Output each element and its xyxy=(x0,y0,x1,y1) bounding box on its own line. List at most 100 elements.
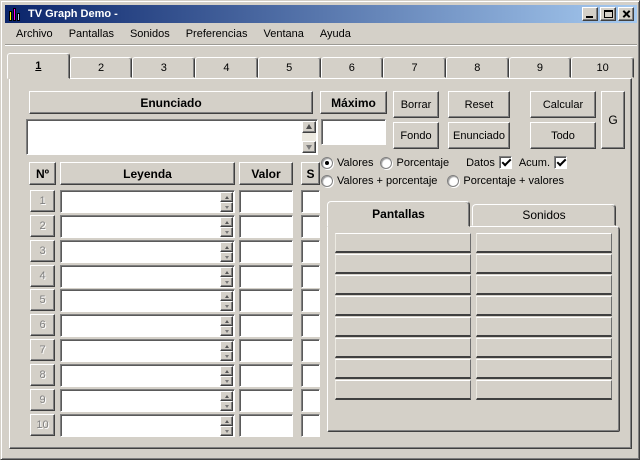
spinner-up-button[interactable] xyxy=(220,267,233,277)
grid-cell[interactable] xyxy=(476,254,612,274)
menu-item-sonidos[interactable]: Sonidos xyxy=(122,26,178,42)
spinner-down-button[interactable] xyxy=(220,202,233,212)
spinner-down-button[interactable] xyxy=(220,426,233,436)
spinner-up-button[interactable] xyxy=(220,217,233,227)
spinner-down-button[interactable] xyxy=(220,301,233,311)
s-cell[interactable] xyxy=(301,339,320,362)
menu-item-ventana[interactable]: Ventana xyxy=(255,26,311,42)
tab-2[interactable]: 2 xyxy=(69,57,133,78)
menu-item-archivo[interactable]: Archivo xyxy=(8,26,61,42)
menu-item-ayuda[interactable]: Ayuda xyxy=(312,26,359,42)
reset-button[interactable]: Reset xyxy=(448,91,510,118)
row-number-button[interactable]: 10 xyxy=(30,414,55,436)
enunciado-textarea[interactable] xyxy=(29,122,301,152)
s-cell[interactable] xyxy=(301,265,320,288)
row-number-button[interactable]: 1 xyxy=(30,190,55,212)
grid-cell[interactable] xyxy=(476,359,612,379)
leyenda-input[interactable] xyxy=(63,268,218,285)
menu-item-pantallas[interactable]: Pantallas xyxy=(61,26,122,42)
grid-cell[interactable] xyxy=(335,254,471,274)
row-number-button[interactable]: 4 xyxy=(30,265,55,287)
spinner-down-button[interactable] xyxy=(220,376,233,386)
grid-cell[interactable] xyxy=(476,338,612,358)
scroll-down-button[interactable] xyxy=(302,141,316,153)
menu-item-preferencias[interactable]: Preferencias xyxy=(178,26,256,42)
s-cell[interactable] xyxy=(301,389,320,412)
row-number-button[interactable]: 5 xyxy=(30,289,55,311)
row-number-button[interactable]: 9 xyxy=(30,389,55,411)
grid-cell[interactable] xyxy=(476,380,612,400)
leyenda-input[interactable] xyxy=(63,317,218,334)
calcular-button[interactable]: Calcular xyxy=(530,91,596,118)
tab-1[interactable]: 1 xyxy=(7,53,70,79)
row-number-button[interactable]: 6 xyxy=(30,314,55,336)
spinner-up-button[interactable] xyxy=(220,341,233,351)
row-number-button[interactable]: 3 xyxy=(30,240,55,262)
tab-8[interactable]: 8 xyxy=(445,57,509,78)
s-cell[interactable] xyxy=(301,190,320,213)
spinner-up-button[interactable] xyxy=(220,416,233,426)
grid-cell[interactable] xyxy=(476,296,612,316)
spinner-down-button[interactable] xyxy=(220,401,233,411)
grid-cell[interactable] xyxy=(335,317,471,337)
maximize-button[interactable] xyxy=(600,7,616,21)
enunciado-button[interactable]: Enunciado xyxy=(448,122,510,149)
radio-valores[interactable] xyxy=(321,156,333,169)
grid-cell[interactable] xyxy=(335,359,471,379)
leyenda-input[interactable] xyxy=(63,193,218,210)
todo-button[interactable]: Todo xyxy=(530,122,596,149)
valor-input[interactable] xyxy=(239,265,293,288)
row-number-button[interactable]: 8 xyxy=(30,364,55,386)
grid-cell[interactable] xyxy=(335,296,471,316)
checkbox-datos[interactable] xyxy=(498,156,512,169)
valor-input[interactable] xyxy=(239,389,293,412)
leyenda-input[interactable] xyxy=(63,243,218,260)
tab-7[interactable]: 7 xyxy=(383,57,446,78)
valor-input[interactable] xyxy=(239,414,293,437)
grid-cell[interactable] xyxy=(335,275,471,295)
row-number-button[interactable]: 7 xyxy=(30,339,55,361)
valor-input[interactable] xyxy=(239,190,293,213)
spinner-down-button[interactable] xyxy=(220,326,233,336)
s-cell[interactable] xyxy=(301,240,320,263)
grid-cell[interactable] xyxy=(476,275,612,295)
radio-porcentaje-valores[interactable] xyxy=(447,175,460,187)
grid-cell[interactable] xyxy=(476,233,612,253)
spinner-down-button[interactable] xyxy=(220,252,233,262)
radio-valores-porcentaje[interactable] xyxy=(321,175,333,187)
grid-cell[interactable] xyxy=(476,317,612,337)
valor-input[interactable] xyxy=(239,215,293,238)
checkbox-acum[interactable] xyxy=(554,156,568,169)
tab-9[interactable]: 9 xyxy=(508,57,572,78)
scroll-up-button[interactable] xyxy=(302,121,316,133)
tab-10[interactable]: 10 xyxy=(571,57,635,78)
leyenda-input[interactable] xyxy=(63,292,218,309)
spinner-up-button[interactable] xyxy=(220,291,233,301)
fondo-button[interactable]: Fondo xyxy=(393,122,439,149)
valor-input[interactable] xyxy=(239,339,293,362)
valor-input[interactable] xyxy=(239,240,293,263)
leyenda-input[interactable] xyxy=(63,392,218,409)
borrar-button[interactable]: Borrar xyxy=(393,91,439,118)
minimize-button[interactable] xyxy=(582,7,598,21)
grid-cell[interactable] xyxy=(335,233,471,253)
spinner-up-button[interactable] xyxy=(220,192,233,202)
spinner-up-button[interactable] xyxy=(220,366,233,376)
maximo-input[interactable] xyxy=(321,119,386,145)
valor-input[interactable] xyxy=(239,289,293,312)
tab-4[interactable]: 4 xyxy=(195,57,258,78)
s-cell[interactable] xyxy=(301,364,320,387)
subtab-sonidos[interactable]: Sonidos xyxy=(472,204,616,226)
tab-5[interactable]: 5 xyxy=(257,57,321,78)
spinner-up-button[interactable] xyxy=(220,391,233,401)
tab-3[interactable]: 3 xyxy=(132,57,196,78)
g-button[interactable]: G xyxy=(601,91,625,149)
spinner-down-button[interactable] xyxy=(220,227,233,237)
row-number-button[interactable]: 2 xyxy=(30,215,55,237)
s-cell[interactable] xyxy=(301,314,320,337)
spinner-up-button[interactable] xyxy=(220,316,233,326)
grid-cell[interactable] xyxy=(335,380,471,400)
tab-6[interactable]: 6 xyxy=(320,57,384,78)
leyenda-input[interactable] xyxy=(63,218,218,235)
leyenda-input[interactable] xyxy=(63,342,218,359)
